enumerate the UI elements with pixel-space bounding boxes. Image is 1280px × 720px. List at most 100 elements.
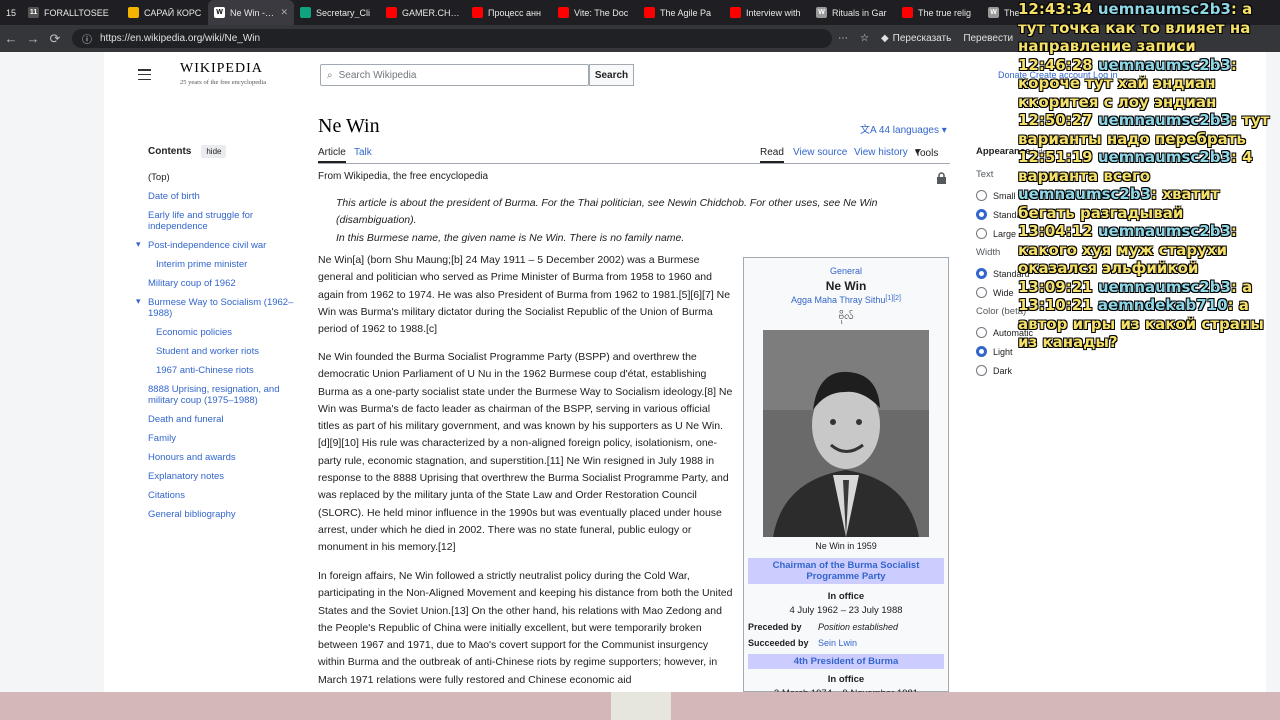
office-header-president[interactable]: 4th President of Burma [748,654,944,669]
tab-favicon-icon [902,7,914,18]
radio-button[interactable] [976,327,987,338]
chat-message: 13:10:21 aemndekab710: а автор игры из к… [1018,296,1264,351]
infobox-honorific[interactable]: Agga Maha Thray Sithu[1][2] [744,295,948,305]
toc-item[interactable]: 1967 anti-Chinese riots [156,365,296,376]
tab-title: The true relig [918,7,972,18]
tab-counter[interactable]: 15 [0,0,22,25]
translate-icon: 文A [860,125,879,136]
toc-item[interactable]: ▾ Burmese Way to Socialism (1962–1988) [136,296,296,319]
tab-title: GAMER.CHUR [402,7,461,18]
toc-item[interactable]: General bibliography [148,509,296,520]
radio-button[interactable] [976,228,987,239]
tab-title: The Agile Pa [660,7,712,18]
appearance-option[interactable]: Dark [976,365,1066,376]
toc-item[interactable]: (Top) [148,172,296,183]
more-icon[interactable]: ⋯ [832,33,854,44]
tools-menu[interactable]: Tools ▾ [915,147,938,159]
toc-item[interactable]: Date of birth [148,191,296,202]
toc-expand-icon[interactable]: ▾ [136,296,141,307]
toc-item[interactable]: Honours and awards [148,452,296,463]
portrait-photo[interactable] [763,330,929,537]
hatnote-name: In this Burmese name, the given name is … [336,232,685,244]
tab-favicon-icon [730,7,742,18]
reload-icon[interactable]: ⟳ [44,31,66,47]
toc-item[interactable]: Family [148,433,296,444]
toc-item[interactable]: Interim prime minister [156,259,296,270]
lock-icon[interactable] [936,172,947,184]
tab-view-history[interactable]: View history [854,147,908,158]
browser-tab[interactable]: GAMER.CHUR [380,0,466,25]
table-of-contents: Contents hide (Top) Date of birth Early lif… [136,145,296,528]
tab-article[interactable]: Article [318,147,346,163]
search-button[interactable]: Search [589,64,634,86]
radio-button[interactable] [976,268,987,279]
chat-message: 13:04:12 uemnaumsc2b3: какого хуя муж ст… [1018,222,1237,277]
browser-tab[interactable]: The Agile Pa [638,0,724,25]
toc-item[interactable]: Explanatory notes [148,471,296,482]
toc-item[interactable]: Citations [148,490,296,501]
toc-item[interactable]: Economic policies [156,327,296,338]
toc-item[interactable]: ▾ Post-independence civil war [136,239,296,251]
site-info-icon[interactable]: ⓘ [82,31,92,46]
wikipedia-logo[interactable]: WIKIPEDIA 25 years of the free encyclope… [180,61,266,86]
browser-tab[interactable]: Vite: The Doc [552,0,638,25]
bookmark-icon[interactable]: ☆ [854,33,875,44]
url-text: https://en.wikipedia.org/wiki/Ne_Win [100,33,261,44]
browser-tab[interactable]: The true relig [896,0,982,25]
back-icon[interactable]: ← [0,31,22,46]
lead-paragraph-1: Ne Win[a] (born Shu Maung;[b] 24 May 191… [318,254,731,336]
radio-button[interactable] [976,287,987,298]
languages-button[interactable]: 文A 44 languages ▾ [860,121,947,136]
close-tab-icon[interactable]: ✕ [280,7,288,18]
successor-link[interactable]: Sein Lwin [818,638,857,648]
tab-title: Vite: The Doc [574,7,629,18]
radio-button[interactable] [976,190,987,201]
infobox: General Ne Win Agga Maha Thray Sithu[1][… [743,257,949,699]
search-icon: ⌕ [327,69,333,81]
browser-tab[interactable]: Interview with [724,0,810,25]
tab-title: Secretary_Cli [316,7,371,18]
tab-favicon-icon [386,7,398,18]
radio-button[interactable] [976,346,987,357]
tab-favicon-icon: W [214,7,226,18]
translate-button[interactable]: Перевести [957,33,1019,44]
url-field[interactable]: ⓘ https://en.wikipedia.org/wiki/Ne_Win [72,29,832,48]
browser-tab[interactable]: Процесс анн [466,0,552,25]
radio-button[interactable] [976,209,987,220]
tab-favicon-icon [558,7,570,18]
search-placeholder: Search Wikipedia [338,69,417,81]
chat-message: 12:43:34 uemnaumsc2b3: а тут точка как т… [1018,0,1253,55]
in-office-label: In office [827,591,865,602]
left-gutter [0,52,104,692]
main-menu-icon[interactable] [138,69,151,80]
infobox-rank[interactable]: General [744,266,948,276]
tab-title: Ne Win - Wi [230,7,276,18]
stream-chat-overlay: 12:43:34 uemnaumsc2b3: а тут точка как т… [1018,0,1280,352]
tab-title: Процесс анн [488,7,542,18]
tab-favicon-icon [300,7,312,18]
toc-item[interactable]: Death and funeral [148,414,296,425]
toc-hide-button[interactable]: hide [201,145,227,158]
radio-button[interactable] [976,365,987,376]
browser-tab[interactable]: Secretary_Cli [294,0,380,25]
tab-read[interactable]: Read [760,147,784,163]
tab-favicon-icon [644,7,656,18]
summarize-button[interactable]: ◆ Пересказать [875,33,957,44]
toc-item[interactable]: Student and worker riots [156,346,296,357]
browser-tab[interactable]: 11 FORALLTOSEE [22,0,122,25]
search-input[interactable]: ⌕ Search Wikipedia [320,64,589,86]
tab-favicon-icon: W [988,7,1000,18]
toc-item[interactable]: Early life and struggle for independence [148,210,296,232]
browser-tab[interactable]: САРАЙ КОРС [122,0,208,25]
forward-icon[interactable]: → [22,31,44,46]
toc-item[interactable]: 8888 Uprising, resignation, and military… [148,384,296,406]
lead-paragraph-3: In foreign affairs, Ne Win followed a st… [318,570,733,686]
browser-tab[interactable]: W Rituals in Gar [810,0,896,25]
toc-expand-icon[interactable]: ▾ [136,239,141,250]
tab-view-source[interactable]: View source [793,147,847,158]
browser-tab[interactable]: W Ne Win - Wi ✕ [208,0,295,25]
infobox-burmese-name: ဗိုလ် [838,311,854,322]
toc-item[interactable]: Military coup of 1962 [148,278,296,289]
office-header-bspp[interactable]: Chairman of the Burma Socialist Programm… [748,558,944,584]
tab-talk[interactable]: Talk [354,147,372,158]
